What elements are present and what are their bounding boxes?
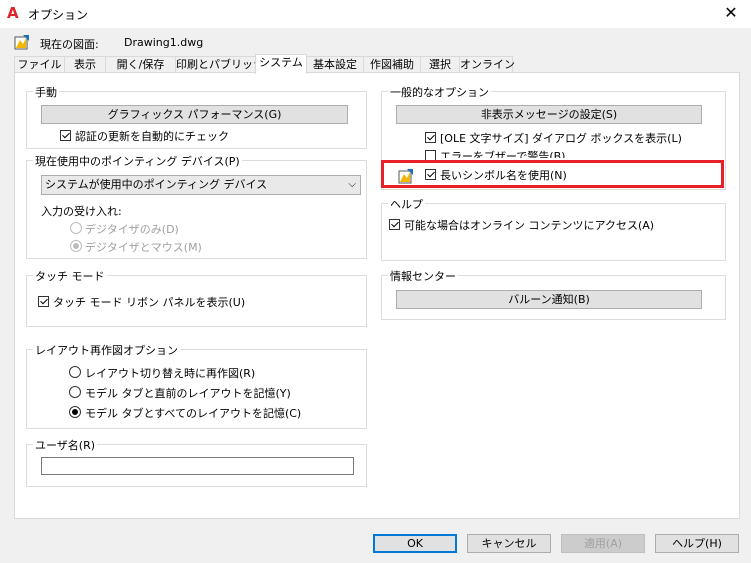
pointing-device-group: 現在使用中のポインティング デバイス(P) システムが使用中のポインティング デ… [26, 153, 367, 259]
general-options-group-title: 一般的なオプション [388, 84, 491, 100]
tab-open-save[interactable]: 開く/保存 [105, 56, 176, 73]
hardware-group: 手動 グラフィックス パフォーマンス(G) 認証の更新を自動的にチェック [26, 84, 367, 149]
current-drawing-label: 現在の図面: [40, 38, 99, 51]
cert-update-label: 認証の更新を自動的にチェック [75, 130, 229, 143]
chevron-down-icon: ⌵ [348, 179, 356, 190]
digitizer-only-radio[interactable] [70, 222, 82, 234]
tab-user-preferences[interactable]: 基本設定 [306, 56, 364, 73]
close-icon[interactable]: ✕ [716, 2, 746, 24]
balloon-notification-button[interactable]: バルーン通知(B) [396, 290, 702, 309]
hidden-messages-button[interactable]: 非表示メッセージの設定(S) [396, 105, 702, 124]
pointing-device-selected: システムが使用中のポインティング デバイス [45, 178, 268, 191]
input-accept-label: 入力の受け入れ: [41, 205, 122, 218]
info-center-group-title: 情報センター [388, 268, 458, 284]
online-content-checkbox[interactable] [389, 219, 400, 230]
layout-regen-group: レイアウト再作図オプション レイアウト切り替え時に再作図(R) モデル タブと直… [26, 342, 367, 429]
beep-label: エラーをブザーで警告(B) [440, 150, 566, 158]
help-button[interactable]: ヘルプ(H) [655, 534, 739, 553]
apply-button[interactable]: 適用(A) [561, 534, 645, 553]
title-bar: A オプション ✕ [0, 0, 751, 28]
tab-online[interactable]: オンライン [459, 56, 515, 73]
username-group: ユーザ名(R) [26, 437, 367, 487]
online-content-label: 可能な場合はオンライン コンテンツにアクセス(A) [404, 219, 655, 232]
pointing-device-group-title: 現在使用中のポインティング デバイス(P) [33, 153, 242, 169]
cache-model-last-radio[interactable] [69, 386, 81, 398]
ole-dialog-checkbox[interactable] [425, 132, 436, 143]
username-input[interactable] [41, 457, 354, 475]
cancel-button[interactable]: キャンセル [467, 534, 551, 553]
cache-all-label: モデル タブとすべてのレイアウトを記憶(C) [85, 407, 302, 420]
window-title: オプション [28, 8, 89, 22]
digitizer-mouse-label: デジタイザとマウス(M) [85, 241, 202, 254]
tab-display[interactable]: 表示 [64, 56, 106, 73]
regen-on-switch-radio[interactable] [69, 366, 81, 378]
digitizer-mouse-radio[interactable] [70, 240, 82, 252]
hardware-group-title: 手動 [33, 84, 59, 100]
ole-dialog-label: [OLE 文字サイズ] ダイアログ ボックスを表示(L) [440, 132, 682, 145]
tab-system[interactable]: システム [255, 54, 307, 74]
pointing-device-select[interactable]: システムが使用中のポインティング デバイス ⌵ [41, 175, 361, 195]
tab-files[interactable]: ファイル [14, 56, 65, 73]
autocad-app-icon: A [7, 4, 19, 22]
cache-model-last-label: モデル タブと直前のレイアウトを記憶(Y) [85, 387, 291, 400]
help-group-title: ヘルプ [388, 196, 425, 212]
touch-mode-group: タッチ モード タッチ モード リボン パネルを表示(U) [26, 268, 367, 327]
cert-update-checkbox[interactable] [60, 130, 71, 141]
graphics-performance-button[interactable]: グラフィックス パフォーマンス(G) [41, 105, 348, 124]
tab-plot-publish[interactable]: 印刷とパブリッシュ [175, 56, 275, 73]
tab-drafting[interactable]: 作図補助 [363, 56, 421, 73]
help-group: ヘルプ 可能な場合はオンライン コンテンツにアクセス(A) [381, 196, 726, 261]
tab-selection[interactable]: 選択 [420, 56, 460, 73]
current-drawing-value: Drawing1.dwg [124, 36, 204, 49]
ok-button[interactable]: OK [373, 534, 457, 553]
drawing-file-icon [14, 35, 29, 50]
layout-regen-group-title: レイアウト再作図オプション [33, 342, 180, 358]
regen-on-switch-label: レイアウト切り替え時に再作図(R) [85, 367, 256, 380]
info-center-group: 情報センター バルーン通知(B) [381, 268, 726, 320]
username-group-title: ユーザ名(R) [33, 437, 98, 453]
system-tab-panel: 手動 グラフィックス パフォーマンス(G) 認証の更新を自動的にチェック 現在使… [14, 72, 740, 519]
cache-all-radio[interactable] [69, 406, 81, 418]
touch-mode-group-title: タッチ モード [33, 268, 107, 284]
highlight-box [381, 160, 724, 188]
touch-ribbon-checkbox[interactable] [38, 296, 49, 307]
digitizer-only-label: デジタイザのみ(D) [85, 223, 179, 236]
touch-ribbon-label: タッチ モード リボン パネルを表示(U) [53, 296, 246, 309]
